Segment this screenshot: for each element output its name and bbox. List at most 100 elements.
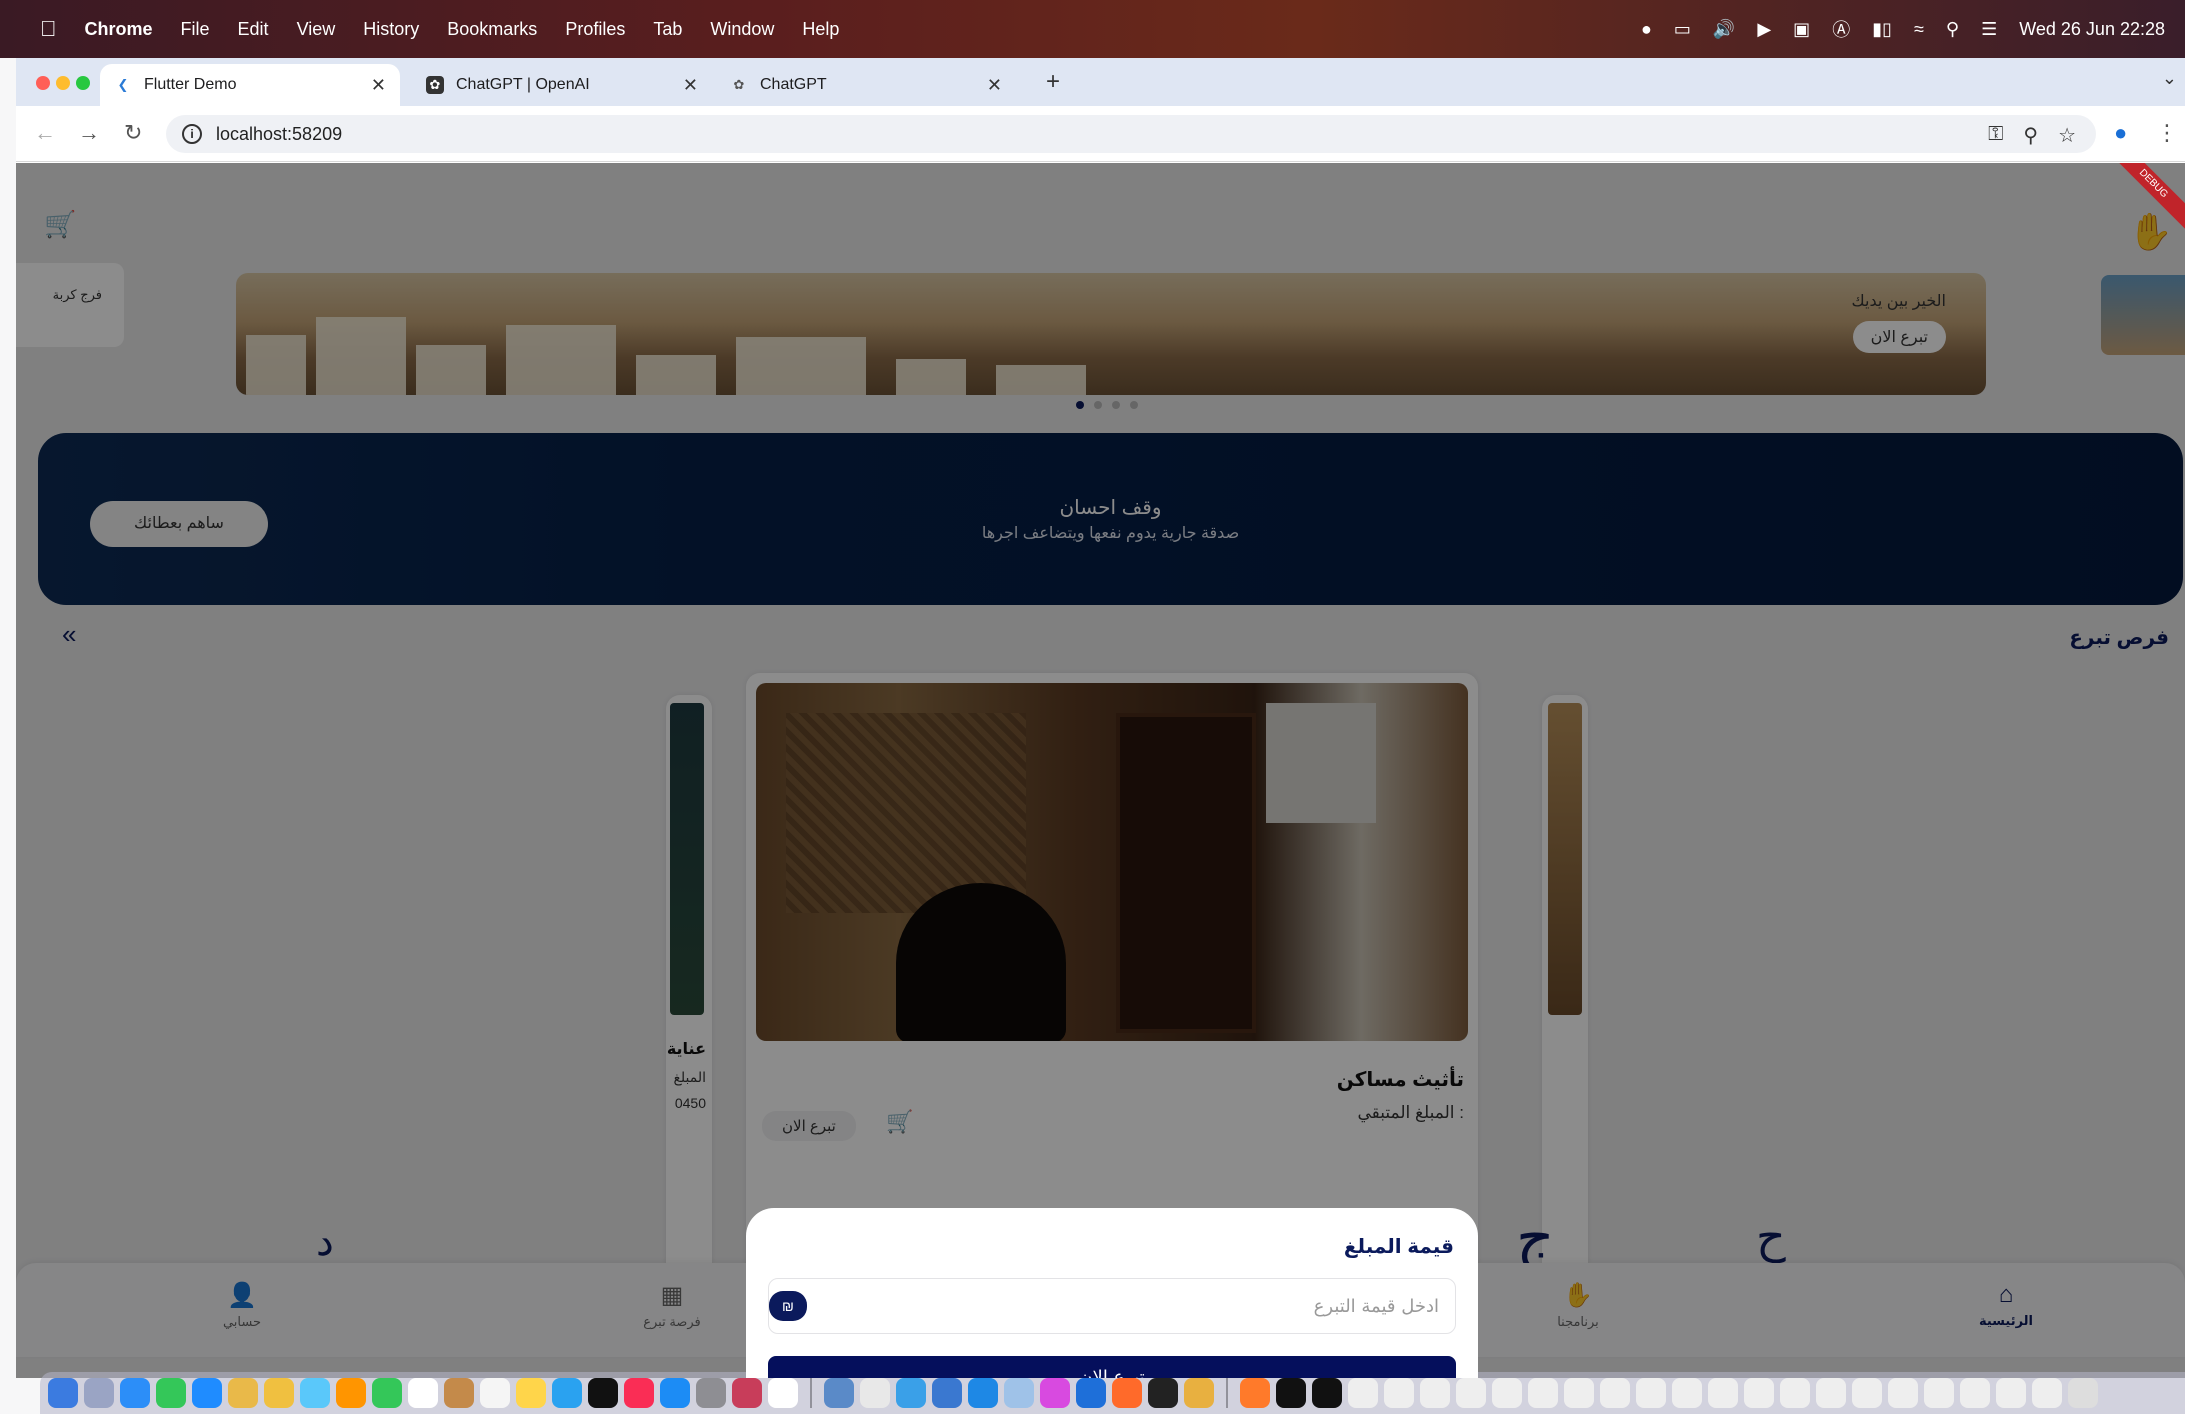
reload-icon[interactable]: ↻ (124, 120, 142, 146)
donation-card-left[interactable]: عناية المبلغ 0450 (666, 695, 712, 1315)
menu-tab[interactable]: Tab (653, 19, 682, 40)
menu-view[interactable]: View (297, 19, 336, 40)
nav-item-account[interactable]: 👤 حسابي (182, 1281, 302, 1330)
amount-field[interactable]: ₪ (768, 1278, 1456, 1334)
app-icon[interactable] (932, 1378, 962, 1408)
new-tab-plus-icon[interactable]: + (1046, 68, 1060, 96)
safari-icon[interactable] (120, 1378, 150, 1408)
tab-chatgpt[interactable]: ✿ ChatGPT ✕ (716, 64, 1016, 106)
carousel-dot[interactable] (1112, 401, 1120, 409)
donate-now-button[interactable]: تبرع الان (768, 1356, 1456, 1378)
amount-input[interactable] (829, 1287, 1439, 1325)
window-thumbnail[interactable] (1708, 1378, 1738, 1408)
app-icon[interactable] (1312, 1378, 1342, 1408)
password-key-icon[interactable]: ⚿ (1988, 123, 2003, 148)
system-settings-icon[interactable] (696, 1378, 726, 1408)
menu-profiles[interactable]: Profiles (565, 19, 625, 40)
app-store-icon[interactable] (660, 1378, 690, 1408)
volume-icon[interactable]: 🔊 (1713, 19, 1735, 40)
photos-app-icon[interactable] (336, 1378, 366, 1408)
menu-history[interactable]: History (363, 19, 419, 40)
menu-file[interactable]: File (181, 19, 210, 40)
url-text[interactable]: localhost:58209 (216, 124, 342, 145)
messages-icon[interactable] (156, 1378, 186, 1408)
hero-banner[interactable]: الخير بين يديك تبرع الان (236, 273, 1986, 395)
window-thumbnail[interactable] (1996, 1378, 2026, 1408)
launchpad-icon[interactable] (84, 1378, 114, 1408)
app-icon[interactable] (860, 1378, 890, 1408)
menu-app-name[interactable]: Chrome (85, 19, 153, 40)
window-thumbnail[interactable] (2032, 1378, 2062, 1408)
wifi-icon[interactable]: ≈ (1914, 19, 1924, 40)
app-icon[interactable] (1184, 1378, 1214, 1408)
notes-icon[interactable] (516, 1378, 546, 1408)
menu-window[interactable]: Window (710, 19, 774, 40)
address-bar[interactable]: i localhost:58209 ⚿ ⚲ ☆ (166, 115, 2096, 153)
calendar-icon[interactable] (408, 1378, 438, 1408)
window-thumbnail[interactable] (1888, 1378, 1918, 1408)
app-icon[interactable] (1276, 1378, 1306, 1408)
nav-item-our-programs[interactable]: ✋ برنامجنا (1518, 1281, 1638, 1330)
window-thumbnail[interactable] (1528, 1378, 1558, 1408)
input-source-icon[interactable]: Ⓐ (1832, 16, 1850, 42)
trash-icon[interactable] (2068, 1378, 2098, 1408)
menu-edit[interactable]: Edit (238, 19, 269, 40)
app-icon[interactable] (968, 1378, 998, 1408)
window-thumbnail[interactable] (1780, 1378, 1810, 1408)
chrome-menu-kebab-icon[interactable]: ⋮ (2156, 120, 2178, 146)
nav-item-home[interactable]: ⌂ الرئيسية (1946, 1281, 2066, 1329)
bookmark-star-icon[interactable]: ☆ (2058, 123, 2076, 148)
mail-icon[interactable] (192, 1378, 222, 1408)
double-chevron-left-icon[interactable]: « (62, 619, 76, 650)
tab-chatgpt-openai[interactable]: ✿ ChatGPT | OpenAI ✕ (412, 64, 712, 106)
waqf-banner[interactable]: وقف احسان صدقة جارية يدوم نفعها ويتضاعف … (38, 433, 2183, 605)
vscode-icon[interactable] (1076, 1378, 1106, 1408)
tab-close-icon[interactable]: ✕ (987, 75, 1002, 96)
side-card-button[interactable]: فرج كربة (40, 283, 114, 307)
carousel-dot[interactable] (1130, 401, 1138, 409)
app-icon[interactable] (1040, 1378, 1070, 1408)
app-icon[interactable] (1112, 1378, 1142, 1408)
tab-search-chevron-icon[interactable]: ⌄ (2162, 68, 2177, 89)
minimize-window-button[interactable] (56, 76, 70, 90)
apple-icon[interactable]:  (40, 16, 57, 42)
close-window-button[interactable] (36, 76, 50, 90)
banner-donate-button[interactable]: تبرع الان (1852, 321, 1946, 353)
app-icon[interactable] (896, 1378, 926, 1408)
menu-bookmarks[interactable]: Bookmarks (447, 19, 537, 40)
tab-close-icon[interactable]: ✕ (371, 75, 386, 96)
window-thumbnail[interactable] (1564, 1378, 1594, 1408)
chrome-icon[interactable] (228, 1378, 258, 1408)
app-icon[interactable] (1240, 1378, 1270, 1408)
facetime-icon[interactable] (372, 1378, 402, 1408)
window-thumbnail[interactable] (1348, 1378, 1378, 1408)
window-thumbnail[interactable] (1384, 1378, 1414, 1408)
app-icon[interactable] (824, 1378, 854, 1408)
app-icon[interactable] (1004, 1378, 1034, 1408)
menu-help[interactable]: Help (802, 19, 839, 40)
photos-icon[interactable] (300, 1378, 330, 1408)
back-arrow-icon[interactable]: ← (34, 120, 56, 146)
window-thumbnail[interactable] (1960, 1378, 1990, 1408)
chrome-canary-icon[interactable] (264, 1378, 294, 1408)
music-icon[interactable] (624, 1378, 654, 1408)
tab-flutter-demo[interactable]: ❮ Flutter Demo ✕ (100, 64, 400, 106)
screen-mirror-icon[interactable]: ▭ (1674, 19, 1691, 40)
terminal-icon[interactable] (1148, 1378, 1178, 1408)
menubar-clock[interactable]: Wed 26 Jun 22:28 (2019, 19, 2165, 40)
carousel-dot-active[interactable] (1076, 401, 1084, 409)
window-thumbnail[interactable] (1492, 1378, 1522, 1408)
forward-arrow-icon[interactable]: → (78, 120, 100, 146)
tab-close-icon[interactable]: ✕ (683, 75, 698, 96)
zoom-window-button[interactable] (76, 76, 90, 90)
contacts-icon[interactable] (444, 1378, 474, 1408)
reminders-icon[interactable] (480, 1378, 510, 1408)
tv-icon[interactable] (588, 1378, 618, 1408)
window-thumbnail[interactable] (1456, 1378, 1486, 1408)
carousel-dot[interactable] (1094, 401, 1102, 409)
window-thumbnail[interactable] (1816, 1378, 1846, 1408)
zoom-icon[interactable]: ⚲ (2023, 123, 2038, 148)
profile-avatar-icon[interactable]: ● (2114, 120, 2127, 146)
window-thumbnail[interactable] (1672, 1378, 1702, 1408)
basket-icon[interactable]: 🛒 (44, 209, 76, 240)
